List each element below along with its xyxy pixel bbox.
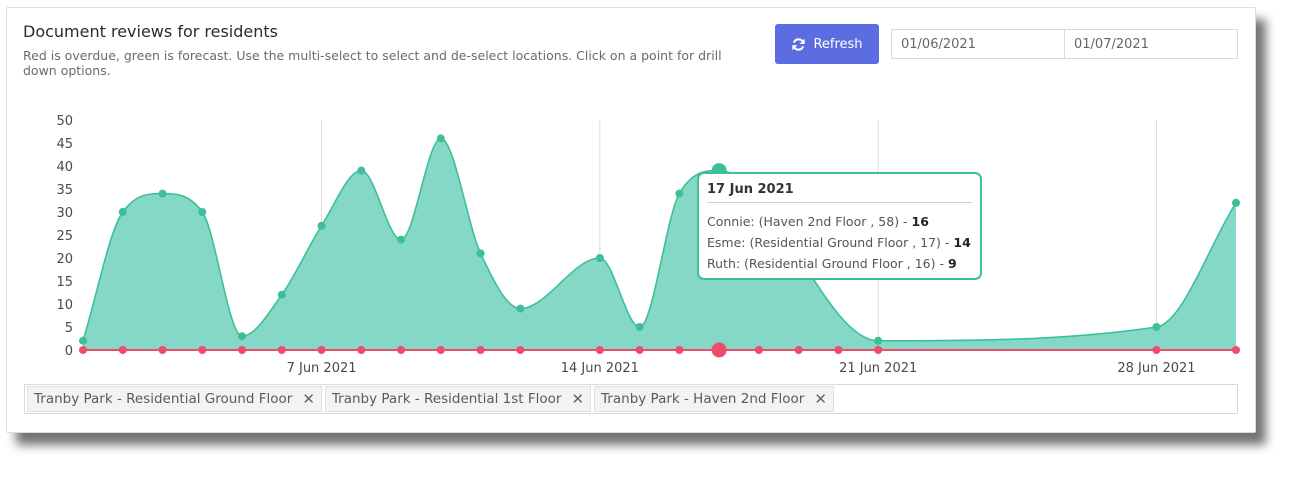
forecast-point[interactable] [357,166,366,175]
forecast-area [83,138,1236,350]
remove-tag-icon[interactable]: ✕ [302,391,315,407]
overdue-point[interactable] [516,346,525,354]
forecast-point[interactable] [317,221,326,230]
overdue-point[interactable] [238,346,247,354]
tooltip-date: 17 Jun 2021 [707,182,972,203]
overdue-point[interactable] [1152,346,1161,354]
forecast-point[interactable] [198,208,207,216]
forecast-point[interactable] [436,134,445,143]
forecast-point[interactable] [675,189,684,198]
remove-tag-icon[interactable]: ✕ [814,391,827,407]
overdue-point[interactable] [158,346,167,354]
overdue-point[interactable] [436,346,445,354]
location-multiselect[interactable]: Tranby Park - Residential Ground Floor ✕… [24,384,1238,414]
overdue-point[interactable] [834,346,843,354]
y-tick-label: 50 [56,114,73,129]
x-tick-label: 7 Jun 2021 [287,361,357,376]
overdue-point[interactable] [476,346,485,354]
location-tag[interactable]: Tranby Park - Residential 1st Floor ✕ [324,386,592,412]
overdue-point[interactable] [198,346,207,354]
y-tick-label: 5 [65,321,73,336]
overdue-point[interactable] [711,342,727,358]
document-reviews-chart: 0 5 10 15 20 25 30 35 40 45 50 7 Jun 2021 14 Jun 20… [56,114,1240,376]
y-tick-label: 25 [56,229,73,244]
overdue-point[interactable] [357,346,366,354]
tooltip-row: Esme: (Residential Ground Floor , 17) - … [707,235,971,250]
forecast-point[interactable] [79,336,87,345]
overdue-point[interactable] [794,346,803,354]
remove-tag-icon[interactable]: ✕ [571,391,584,407]
forecast-point[interactable] [595,254,604,262]
overdue-point[interactable] [595,346,604,354]
forecast-point[interactable] [1152,323,1161,331]
overdue-point[interactable] [317,346,326,354]
overdue-point[interactable] [277,346,286,354]
forecast-point[interactable] [516,304,525,313]
tooltip-row: Connie: (Haven 2nd Floor , 58) - 16 [707,214,929,229]
forecast-point[interactable] [1232,198,1240,207]
forecast-point[interactable] [397,235,406,244]
forecast-point[interactable] [238,332,247,341]
y-tick-label: 45 [56,137,73,152]
chart-tooltip: 17 Jun 2021 Connie: (Haven 2nd Floor , 5… [697,172,982,280]
overdue-point[interactable] [874,346,883,354]
location-tag[interactable]: Tranby Park - Residential Ground Floor ✕ [27,386,322,412]
forecast-point[interactable] [476,249,485,258]
forecast-point[interactable] [874,336,883,345]
forecast-point[interactable] [277,290,286,299]
y-tick-label: 35 [56,183,73,198]
overdue-point[interactable] [79,346,87,354]
x-tick-label: 14 Jun 2021 [561,361,639,376]
overdue-point[interactable] [1232,346,1240,354]
overdue-point[interactable] [397,346,406,354]
y-tick-label: 15 [56,275,73,290]
y-tick-label: 20 [56,252,73,267]
y-tick-label: 10 [56,298,73,313]
y-axis: 0 5 10 15 20 25 30 35 40 45 50 [56,114,73,359]
series-layer [82,137,1237,351]
chart-card: Document reviews for residents Red is ov… [6,7,1256,433]
y-tick-label: 40 [56,160,73,175]
tooltip-row: Ruth: (Residential Ground Floor , 16) - … [707,256,957,271]
forecast-point[interactable] [118,208,127,216]
x-tick-label: 28 Jun 2021 [1117,361,1195,376]
x-axis: 7 Jun 2021 14 Jun 2021 21 Jun 2021 28 Jun 2… [287,361,1196,376]
y-tick-label: 0 [65,344,73,359]
overdue-point[interactable] [635,346,644,354]
overdue-point[interactable] [675,346,684,354]
forecast-point[interactable] [635,323,644,331]
overdue-point[interactable] [754,346,763,354]
overdue-point[interactable] [118,346,127,354]
y-tick-label: 30 [56,206,73,221]
forecast-point[interactable] [158,189,167,198]
location-tag[interactable]: Tranby Park - Haven 2nd Floor ✕ [594,386,834,412]
x-tick-label: 21 Jun 2021 [839,361,917,376]
